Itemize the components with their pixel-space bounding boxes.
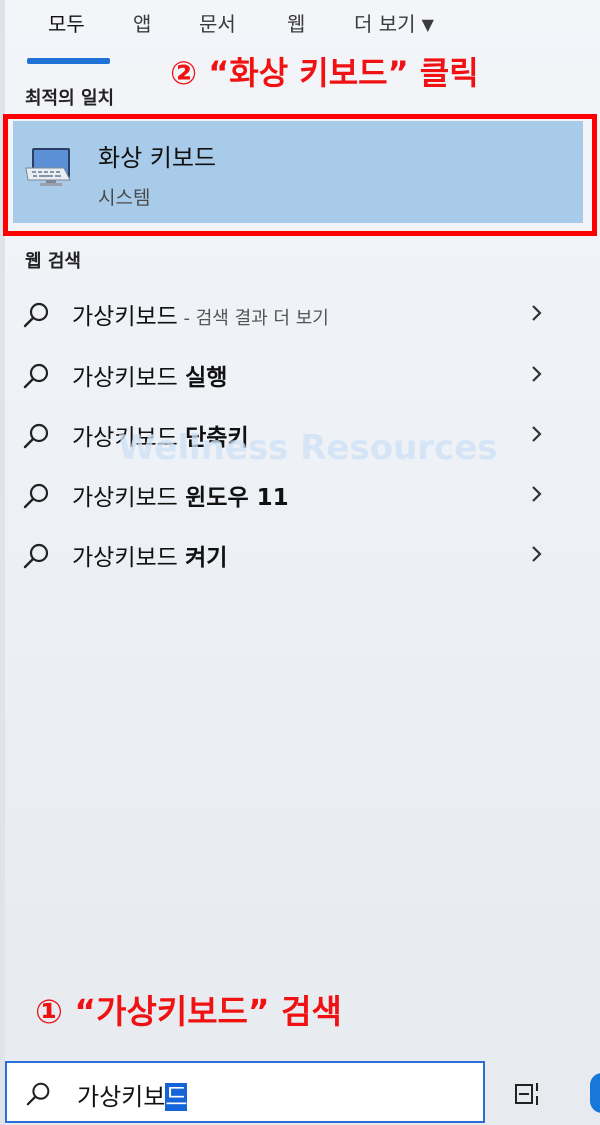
web-result[interactable]: 가상키보드 켜기 xyxy=(0,527,600,583)
search-icon xyxy=(23,363,49,389)
best-match-subtitle: 시스템 xyxy=(98,187,151,209)
annotation-step-2: ② “화상 키보드” 클릭 xyxy=(170,54,479,92)
web-result-text: 가상키보드 단축키 xyxy=(72,418,249,452)
result-keyword: 단축키 xyxy=(185,425,249,451)
result-query: 가상키보드 xyxy=(72,365,186,391)
web-search-heading: 웹 검색 xyxy=(25,251,81,272)
task-view-icon[interactable] xyxy=(513,1079,543,1109)
best-match-heading: 최적의 일치 xyxy=(25,88,115,109)
web-result-text: 가상키보드 실행 xyxy=(72,358,227,392)
search-icon xyxy=(23,302,49,328)
search-icon xyxy=(23,483,49,509)
result-query: 가상키보드 xyxy=(72,304,178,330)
chevron-right-icon[interactable] xyxy=(528,541,546,567)
web-result[interactable]: 가상키보드 윈도우 11 xyxy=(0,467,600,523)
chevron-right-icon[interactable] xyxy=(528,361,546,387)
annotation-step-1: ① “가상키보드” 검색 xyxy=(35,992,342,1031)
result-keyword: 윈도우 11 xyxy=(185,485,289,511)
web-result-text: 가상키보드 켜기 xyxy=(72,538,227,572)
search-selected-text: 드 xyxy=(165,1083,188,1111)
tab-apps[interactable]: 앱 xyxy=(133,8,151,40)
browser-icon[interactable] xyxy=(590,1073,600,1113)
chevron-right-icon[interactable] xyxy=(528,421,546,447)
web-result-text: 가상키보드 윈도우 11 xyxy=(72,478,289,512)
chevron-right-icon[interactable] xyxy=(528,481,546,507)
result-keyword: 켜기 xyxy=(185,545,228,571)
tab-all[interactable]: 모두 xyxy=(48,8,85,40)
search-icon xyxy=(23,543,49,569)
result-keyword: 실행 xyxy=(185,365,228,391)
web-result[interactable]: 가상키보드 실행 xyxy=(0,347,600,403)
web-result-text: 가상키보드 - 검색 결과 더 보기 xyxy=(72,297,329,331)
result-query: 가상키보드 xyxy=(72,545,186,571)
search-icon xyxy=(23,423,49,449)
chevron-right-icon[interactable] xyxy=(528,300,546,326)
result-suffix: - 검색 결과 더 보기 xyxy=(177,308,329,329)
tab-more-label: 더 보기 xyxy=(354,12,416,36)
search-typed-text: 가상키보 xyxy=(77,1083,166,1111)
active-tab-indicator xyxy=(27,58,110,64)
search-query: 가상키보드 xyxy=(77,1077,188,1112)
web-result[interactable]: 가상키보드 단축키 xyxy=(0,407,600,463)
tab-web[interactable]: 웹 xyxy=(287,8,305,40)
web-result[interactable]: 가상키보드 - 검색 결과 더 보기 xyxy=(0,286,600,342)
on-screen-keyboard-icon xyxy=(25,148,71,186)
tab-more[interactable]: 더 보기 ▼ xyxy=(354,8,434,40)
best-match-title: 화상 키보드 xyxy=(98,144,217,172)
result-query: 가상키보드 xyxy=(72,485,186,511)
annotation-highlight-box xyxy=(3,114,597,236)
result-query: 가상키보드 xyxy=(72,425,186,451)
caret-down-icon: ▼ xyxy=(421,15,434,34)
search-icon xyxy=(26,1082,50,1106)
tab-documents[interactable]: 문서 xyxy=(199,8,236,40)
search-input[interactable]: 가상키보드 xyxy=(5,1061,485,1123)
